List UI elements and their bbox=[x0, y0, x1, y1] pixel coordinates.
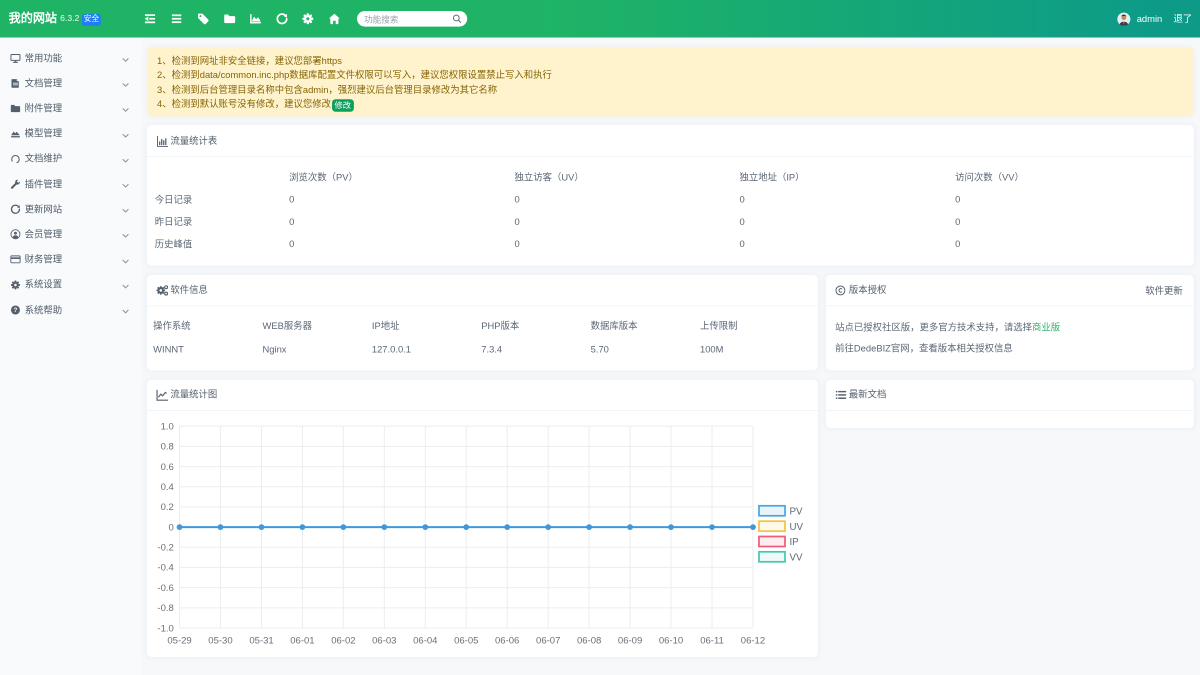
svg-text:VV: VV bbox=[789, 552, 803, 563]
svg-text:0.6: 0.6 bbox=[161, 462, 174, 473]
svg-text:05-30: 05-30 bbox=[208, 635, 232, 646]
svg-text:0.4: 0.4 bbox=[161, 482, 175, 493]
svg-text:06-11: 06-11 bbox=[700, 635, 724, 646]
svg-text:-0.8: -0.8 bbox=[157, 603, 173, 614]
svg-text:UV: UV bbox=[789, 522, 803, 533]
svg-text:06-12: 06-12 bbox=[741, 635, 765, 646]
svg-text:0.8: 0.8 bbox=[161, 442, 174, 453]
svg-text:06-01: 06-01 bbox=[290, 635, 314, 646]
svg-text:06-07: 06-07 bbox=[536, 635, 560, 646]
svg-text:PV: PV bbox=[789, 506, 803, 517]
svg-text:-1.0: -1.0 bbox=[157, 623, 173, 634]
svg-text:05-29: 05-29 bbox=[167, 635, 191, 646]
svg-text:06-09: 06-09 bbox=[618, 635, 642, 646]
svg-text:?: ? bbox=[14, 307, 18, 314]
svg-text:-0.4: -0.4 bbox=[157, 563, 174, 574]
svg-text:06-03: 06-03 bbox=[372, 635, 396, 646]
svg-text:-0.2: -0.2 bbox=[157, 543, 173, 554]
svg-text:06-05: 06-05 bbox=[454, 635, 478, 646]
svg-text:06-02: 06-02 bbox=[331, 635, 355, 646]
svg-text:06-08: 06-08 bbox=[577, 635, 601, 646]
svg-text:06-06: 06-06 bbox=[495, 635, 519, 646]
svg-text:0.2: 0.2 bbox=[161, 502, 174, 513]
svg-text:06-10: 06-10 bbox=[659, 635, 683, 646]
svg-text:05-31: 05-31 bbox=[249, 635, 273, 646]
svg-text:-0.6: -0.6 bbox=[157, 583, 173, 594]
svg-text:1.0: 1.0 bbox=[161, 422, 174, 433]
svg-text:06-04: 06-04 bbox=[413, 635, 438, 646]
svg-text:IP: IP bbox=[789, 537, 798, 548]
svg-text:0: 0 bbox=[169, 522, 174, 533]
